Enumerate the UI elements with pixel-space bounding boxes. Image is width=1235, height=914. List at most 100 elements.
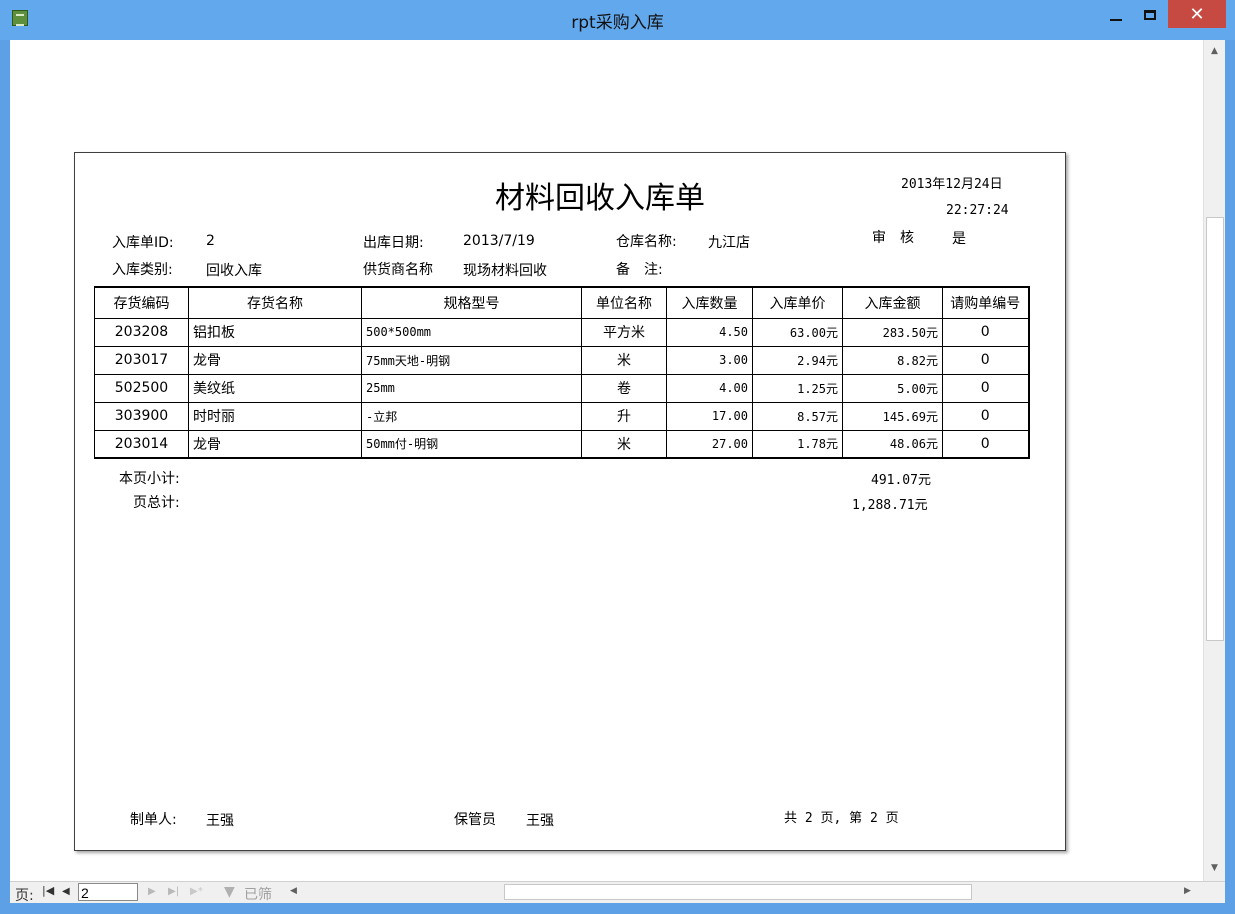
maximize-icon <box>1144 10 1156 20</box>
cell-po-number: 0 <box>942 401 1030 431</box>
cell-item-code: 303900 <box>94 401 189 431</box>
cell-unit-price: 8.57元 <box>752 401 843 431</box>
cell-item-name: 美纹纸 <box>188 373 362 403</box>
cell-quantity: 4.50 <box>666 317 753 347</box>
cell-item-code: 203014 <box>94 429 189 459</box>
cell-amount: 5.00元 <box>842 373 943 403</box>
keeper-label: 保管员 <box>454 812 496 828</box>
table-row: 203017 龙骨 75mm天地-明钢 米 3.00 2.94元 8.82元 0 <box>94 345 1030 375</box>
new-page-icon[interactable]: ▶* <box>190 886 203 897</box>
next-page-icon[interactable]: ▶ <box>148 886 156 897</box>
report-time: 22:27:24 <box>946 203 1009 218</box>
keeper-value: 王强 <box>526 813 554 829</box>
warehouse-label: 仓库名称: <box>616 234 677 250</box>
inventory-table: 存货编码 存货名称 规格型号 单位名称 入库数量 入库单价 入库金额 请购单编号… <box>94 286 1030 459</box>
cell-po-number: 0 <box>942 429 1030 459</box>
warehouse-value: 九江店 <box>708 235 750 251</box>
previous-page-icon[interactable]: ◀ <box>62 886 70 897</box>
page-number-input[interactable]: 2 <box>78 883 138 901</box>
receipt-type-label: 入库类别: <box>112 262 173 278</box>
close-button[interactable]: ✕ <box>1168 0 1226 28</box>
page-subtotal-value: 491.07元 <box>871 473 931 488</box>
maker-value: 王强 <box>206 813 234 829</box>
scroll-right-icon[interactable]: ▶ <box>1184 886 1191 896</box>
column-header: 请购单编号 <box>942 286 1030 319</box>
cell-spec: 500*500mm <box>361 317 582 347</box>
cell-item-code: 502500 <box>94 373 189 403</box>
cell-spec: -立邦 <box>361 401 582 431</box>
receipt-id-value: 2 <box>206 233 215 249</box>
record-navigation-bar: 页: |◀ ◀ 2 ▶ ▶| ▶* ▼ 已筛 ◀ ▶ <box>10 881 1225 904</box>
page-info: 共 2 页, 第 2 页 <box>784 811 899 826</box>
column-header: 存货编码 <box>94 286 189 319</box>
column-header: 入库金额 <box>842 286 943 319</box>
audit-value: 是 <box>952 231 966 247</box>
cell-unit: 平方米 <box>581 317 667 347</box>
column-header: 入库数量 <box>666 286 753 319</box>
column-header: 规格型号 <box>361 286 582 319</box>
column-header: 入库单价 <box>752 286 843 319</box>
cell-item-name: 龙骨 <box>188 345 362 375</box>
report-page: 材料回收入库单 2013年12月24日 22:27:24 入库单ID: 2 出库… <box>74 152 1066 851</box>
receipt-type-value: 回收入库 <box>206 263 262 279</box>
cell-amount: 48.06元 <box>842 429 943 459</box>
page-label: 页: <box>15 888 34 904</box>
last-page-icon[interactable]: ▶| <box>168 886 179 897</box>
supplier-value: 现场材料回收 <box>463 263 547 279</box>
title-bar: rpt采购入库 ✕ <box>0 0 1235 40</box>
first-page-icon[interactable]: |◀ <box>42 884 54 897</box>
cell-po-number: 0 <box>942 345 1030 375</box>
horizontal-scrollbar[interactable]: ◀ ▶ <box>286 882 1225 903</box>
report-title: 材料回收入库单 <box>495 181 705 216</box>
cell-quantity: 17.00 <box>666 401 753 431</box>
remark-label: 备 注: <box>616 262 663 278</box>
cell-unit-price: 1.78元 <box>752 429 843 459</box>
maker-label: 制单人: <box>130 812 177 828</box>
table-row: 502500 美纹纸 25mm 卷 4.00 1.25元 5.00元 0 <box>94 373 1030 403</box>
vertical-scroll-thumb[interactable] <box>1206 217 1224 641</box>
scroll-up-icon[interactable]: ▲ <box>1204 42 1225 60</box>
cell-unit-price: 1.25元 <box>752 373 843 403</box>
filter-icon[interactable]: ▼ <box>224 884 235 900</box>
cell-quantity: 3.00 <box>666 345 753 375</box>
cell-item-name: 时时丽 <box>188 401 362 431</box>
cell-item-code: 203208 <box>94 317 189 347</box>
cell-amount: 283.50元 <box>842 317 943 347</box>
cell-unit: 升 <box>581 401 667 431</box>
cell-unit: 卷 <box>581 373 667 403</box>
table-header-row: 存货编码 存货名称 规格型号 单位名称 入库数量 入库单价 入库金额 请购单编号 <box>94 286 1030 319</box>
filter-status[interactable]: 已筛 <box>244 884 272 904</box>
minimize-icon <box>1110 19 1122 21</box>
window-title: rpt采购入库 <box>571 13 664 33</box>
table-row: 303900 时时丽 -立邦 升 17.00 8.57元 145.69元 0 <box>94 401 1030 431</box>
page-total-label: 页总计: <box>133 495 180 511</box>
page-subtotal-label: 本页小计: <box>119 471 180 487</box>
table-row: 203014 龙骨 50mm付-明钢 米 27.00 1.78元 48.06元 … <box>94 429 1030 459</box>
cell-spec: 25mm <box>361 373 582 403</box>
receipt-id-label: 入库单ID: <box>112 235 174 251</box>
out-date-label: 出库日期: <box>363 235 424 251</box>
cell-unit: 米 <box>581 345 667 375</box>
audit-label: 审 核 <box>872 230 914 246</box>
cell-amount: 8.82元 <box>842 345 943 375</box>
column-header: 存货名称 <box>188 286 362 319</box>
cell-unit-price: 2.94元 <box>752 345 843 375</box>
vertical-scrollbar[interactable]: ▲ ▼ <box>1203 40 1225 881</box>
report-date: 2013年12月24日 <box>901 177 1003 192</box>
cell-item-name: 铝扣板 <box>188 317 362 347</box>
cell-unit-price: 63.00元 <box>752 317 843 347</box>
table-row: 203208 铝扣板 500*500mm 平方米 4.50 63.00元 283… <box>94 317 1030 347</box>
horizontal-scroll-thumb[interactable] <box>504 884 972 900</box>
page-total-value: 1,288.71元 <box>852 498 928 513</box>
minimize-button[interactable] <box>1100 0 1132 30</box>
cell-spec: 75mm天地-明钢 <box>361 345 582 375</box>
cell-quantity: 4.00 <box>666 373 753 403</box>
cell-unit: 米 <box>581 429 667 459</box>
cell-po-number: 0 <box>942 373 1030 403</box>
column-header: 单位名称 <box>581 286 667 319</box>
close-icon: ✕ <box>1189 3 1205 25</box>
maximize-button[interactable] <box>1134 0 1166 30</box>
cell-amount: 145.69元 <box>842 401 943 431</box>
scroll-down-icon[interactable]: ▼ <box>1204 859 1225 877</box>
scroll-left-icon[interactable]: ◀ <box>290 886 297 896</box>
